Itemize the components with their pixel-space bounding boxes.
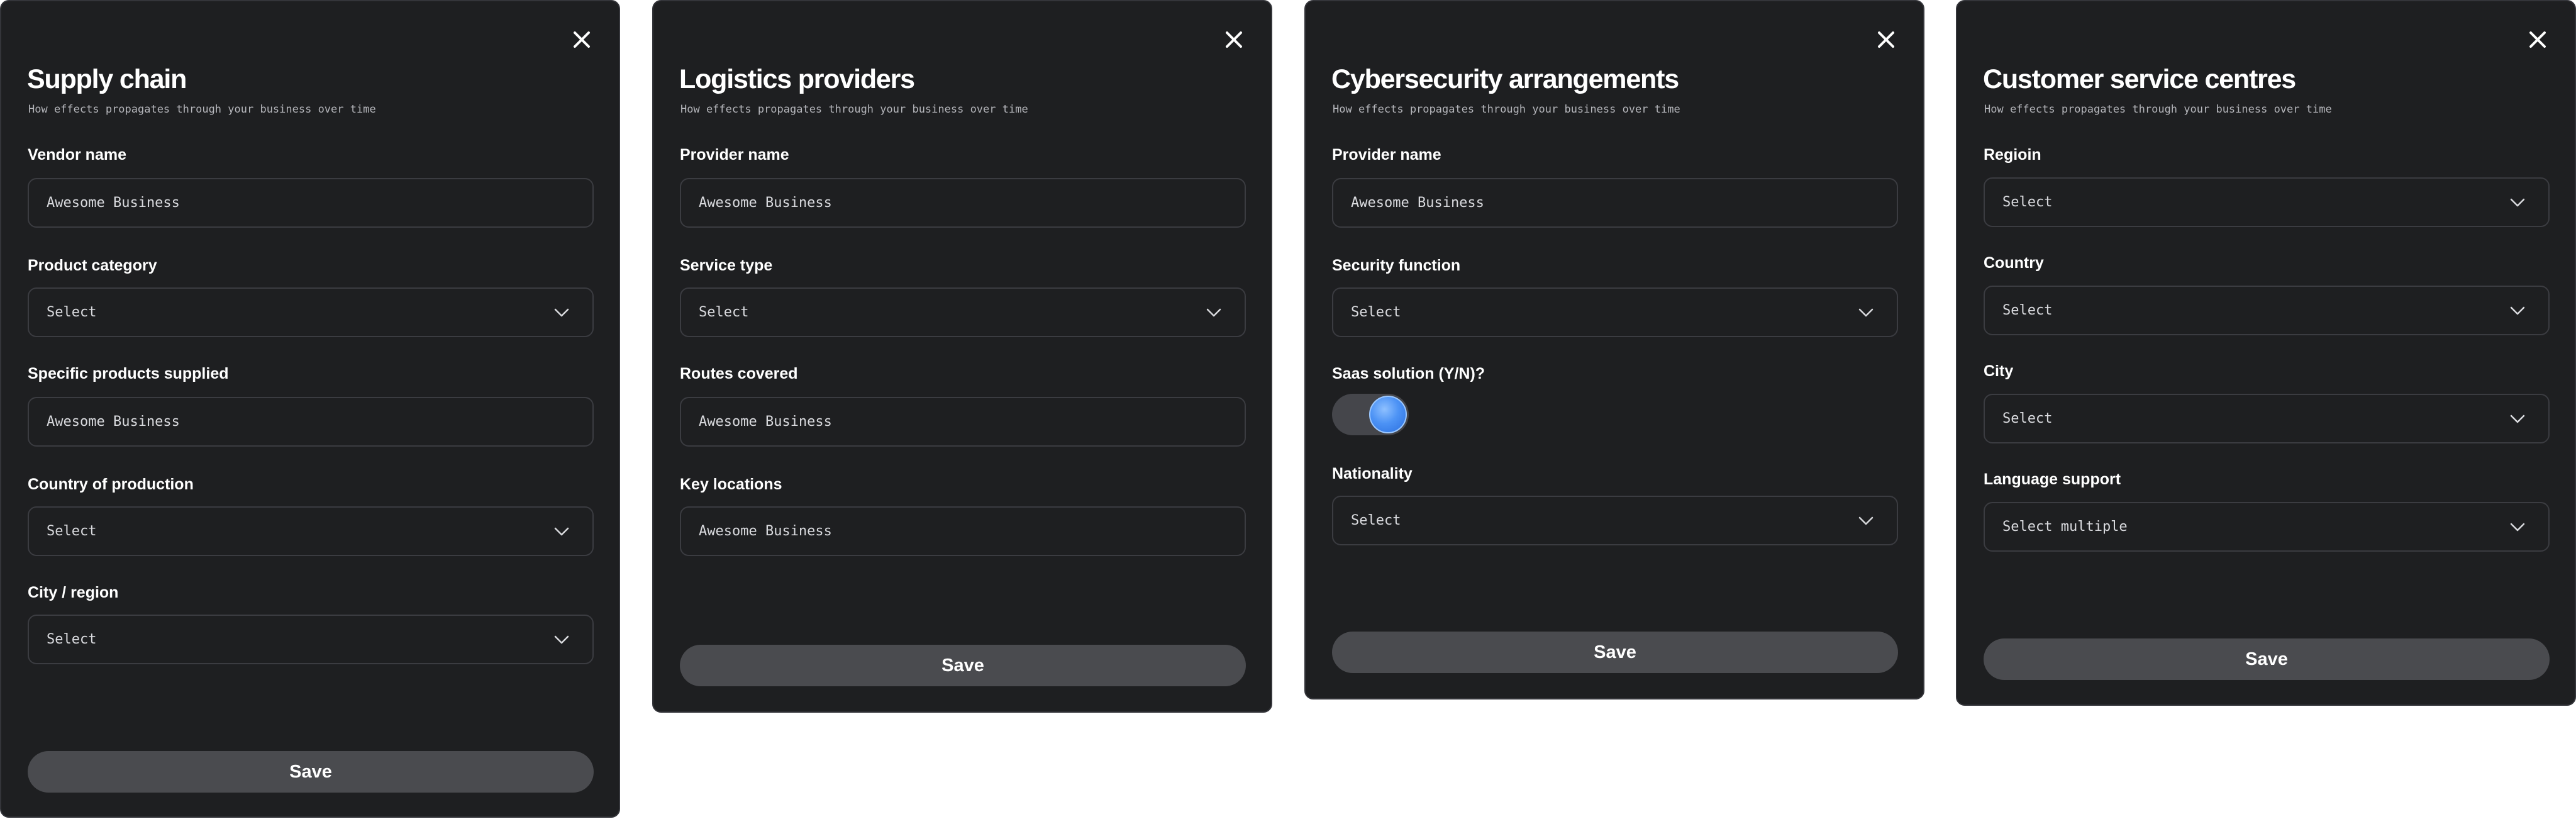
service-type-select[interactable]: Select — [680, 287, 1246, 337]
routes-covered-label: Routes covered — [680, 365, 798, 382]
select-value: Select — [699, 304, 749, 320]
select-value: Select — [47, 523, 97, 539]
panel-subtitle: How effects propagates through your busi… — [680, 103, 1028, 116]
country-of-production-label: Country of production — [28, 476, 194, 493]
chevron-down-icon — [553, 305, 570, 320]
chevron-down-icon — [2509, 303, 2526, 318]
key-locations-input[interactable] — [681, 508, 1245, 555]
city-region-label: City / region — [28, 584, 119, 601]
chevron-down-icon — [553, 632, 570, 647]
close-icon — [2529, 31, 2546, 48]
chevron-down-icon — [2509, 520, 2526, 535]
specific-products-label: Specific products supplied — [28, 365, 229, 382]
provider-name-input[interactable] — [1333, 179, 1897, 226]
save-button[interactable]: Save — [1332, 632, 1898, 673]
key-locations-field — [680, 506, 1246, 556]
panel-subtitle: How effects propagates through your busi… — [1984, 103, 2332, 116]
service-type-label: Service type — [680, 257, 773, 274]
saas-solution-label: Saas solution (Y/N)? — [1332, 365, 1485, 382]
region-label: Regioin — [1984, 146, 2041, 164]
close-button[interactable] — [1223, 29, 1245, 50]
vendor-name-label: Vendor name — [28, 146, 126, 164]
saas-solution-toggle[interactable] — [1332, 394, 1409, 435]
panel-title: Logistics providers — [679, 64, 915, 94]
select-value: Select — [47, 304, 97, 320]
security-function-select[interactable]: Select — [1332, 287, 1898, 337]
vendor-name-input[interactable] — [29, 179, 592, 226]
customer-service-centres-panel: Customer service centres How effects pro… — [1956, 0, 2576, 706]
select-value: Select — [2002, 303, 2053, 318]
toggle-knob — [1369, 396, 1407, 433]
country-label: Country — [1984, 254, 2044, 272]
language-support-select[interactable]: Select multiple — [1984, 502, 2550, 552]
close-icon — [1878, 31, 1894, 48]
security-function-label: Security function — [1332, 257, 1461, 274]
save-button[interactable]: Save — [1984, 638, 2550, 680]
close-icon — [1226, 31, 1242, 48]
provider-name-label: Provider name — [1332, 146, 1441, 164]
provider-name-field — [1332, 178, 1898, 228]
select-value: Select — [2002, 194, 2053, 210]
close-button[interactable] — [2527, 29, 2548, 50]
vendor-name-field — [28, 178, 594, 228]
provider-name-input[interactable] — [681, 179, 1245, 226]
chevron-down-icon — [2509, 411, 2526, 426]
select-value: Select — [47, 632, 97, 647]
chevron-down-icon — [1858, 305, 1874, 320]
panel-title: Supply chain — [27, 64, 187, 94]
city-label: City — [1984, 362, 2014, 380]
save-button[interactable]: Save — [680, 645, 1246, 686]
select-value: Select multiple — [2002, 519, 2128, 535]
provider-name-label: Provider name — [680, 146, 789, 164]
specific-products-input[interactable] — [29, 398, 592, 445]
nationality-label: Nationality — [1332, 465, 1413, 482]
country-of-production-select[interactable]: Select — [28, 506, 594, 556]
select-value: Select — [1351, 304, 1401, 320]
key-locations-label: Key locations — [680, 476, 782, 493]
chevron-down-icon — [2509, 195, 2526, 210]
panel-title: Cybersecurity arrangements — [1331, 64, 1679, 94]
city-region-select[interactable]: Select — [28, 615, 594, 664]
product-category-select[interactable]: Select — [28, 287, 594, 337]
select-value: Select — [1351, 513, 1401, 528]
select-value: Select — [2002, 411, 2053, 426]
specific-products-field — [28, 397, 594, 447]
close-icon — [574, 31, 590, 48]
provider-name-field — [680, 178, 1246, 228]
language-support-label: Language support — [1984, 471, 2121, 488]
product-category-label: Product category — [28, 257, 157, 274]
panel-subtitle: How effects propagates through your busi… — [1333, 103, 1680, 116]
save-button[interactable]: Save — [28, 751, 594, 793]
country-select[interactable]: Select — [1984, 286, 2550, 335]
close-button[interactable] — [571, 29, 592, 50]
chevron-down-icon — [553, 524, 570, 539]
city-select[interactable]: Select — [1984, 394, 2550, 443]
logistics-providers-panel: Logistics providers How effects propagat… — [652, 0, 1272, 713]
chevron-down-icon — [1858, 513, 1874, 528]
region-select[interactable]: Select — [1984, 177, 2550, 227]
routes-covered-field — [680, 397, 1246, 447]
supply-chain-panel: Supply chain How effects propagates thro… — [0, 0, 620, 818]
close-button[interactable] — [1875, 29, 1897, 50]
routes-covered-input[interactable] — [681, 398, 1245, 445]
chevron-down-icon — [1206, 305, 1222, 320]
nationality-select[interactable]: Select — [1332, 496, 1898, 545]
panel-subtitle: How effects propagates through your busi… — [28, 103, 376, 116]
panel-title: Customer service centres — [1983, 64, 2296, 94]
cybersecurity-arrangements-panel: Cybersecurity arrangements How effects p… — [1304, 0, 1924, 699]
